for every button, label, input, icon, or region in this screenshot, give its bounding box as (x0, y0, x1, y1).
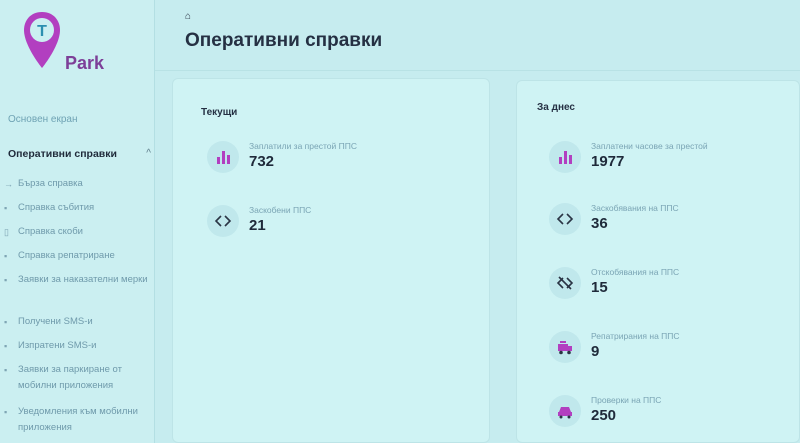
sidebar-item-label: Справка скоби (18, 226, 83, 237)
sidebar-item-label: Справка репатриране (18, 250, 115, 261)
stat-label: Заплатили за престой ППС (249, 141, 357, 151)
list-icon: ▪ (4, 203, 8, 213)
bar-chart-icon (549, 141, 581, 173)
stat-value: 1977 (591, 153, 625, 170)
arrow-icon: → (4, 179, 13, 189)
code-icon (549, 203, 581, 235)
stat-value: 732 (249, 153, 275, 170)
logo-text: Park (65, 53, 105, 73)
sidebar-item-label: Бърза справка (18, 178, 83, 189)
code-icon (207, 205, 239, 237)
truck-icon: ▪ (4, 251, 8, 261)
stat-label: Заплатени часове за престой (591, 141, 708, 151)
inbox-icon: ▪ (4, 317, 8, 327)
page-title: Оперативни справки (185, 30, 383, 51)
stat-label: Заскобени ППС (249, 205, 312, 215)
current-card: Текущи Заплатили за престой ППС 732 Заск… (172, 78, 490, 443)
sidebar-item-label: Заявки за наказателни мерки (18, 274, 148, 285)
lock-icon: ▯ (4, 227, 9, 237)
phone-icon: ▪ (4, 365, 8, 375)
stat-inspections: Проверки на ППС 250 (549, 395, 799, 435)
card-title: За днес (537, 102, 575, 113)
sidebar-section-label: Оперативни справки (8, 148, 117, 160)
send-icon: ▪ (4, 341, 8, 351)
chevron-up-icon: ^ (146, 148, 151, 159)
card-title: Текущи (201, 107, 238, 118)
stat-clampings: Заскобявания на ППС 36 (549, 203, 799, 243)
stat-label: Заскобявания на ППС (591, 203, 679, 213)
stat-label: Проверки на ППС (591, 395, 662, 405)
sidebar-item-label: Заявки за паркиране от мобилни приложени… (18, 364, 122, 391)
stat-value: 250 (591, 407, 617, 424)
sidebar-item-label: Справка събития (18, 202, 95, 213)
stat-value: 9 (591, 343, 600, 360)
sidebar: T Park Основен екран Оперативни справки … (0, 0, 155, 443)
stat-value: 21 (249, 217, 266, 234)
car-icon (549, 395, 581, 427)
sidebar-section-operational-reports[interactable]: Оперативни справки ^ (8, 148, 153, 160)
code-off-icon (549, 267, 581, 299)
today-card: За днес Заплатени часове за престой 1977… (516, 80, 800, 443)
flag-icon: ▪ (4, 275, 8, 285)
sidebar-item-label: Получени SMS-и (18, 316, 93, 327)
stat-repatriations: Репатрирания на ППС 9 (549, 331, 799, 371)
sidebar-item-label: Изпратени SMS-и (18, 340, 97, 351)
sidebar-item-label: Уведомления към мобилни приложения (18, 406, 138, 433)
stat-label: Репатрирания на ППС (591, 331, 680, 341)
sidebar-item-main-screen[interactable]: Основен екран (8, 114, 78, 125)
stat-value: 36 (591, 215, 608, 232)
stat-value: 15 (591, 279, 608, 296)
stat-paid-parking: Заплатили за престой ППС 732 (207, 141, 457, 181)
stat-unclampings: Отскобявания на ППС 15 (549, 267, 799, 307)
bell-icon: ▪ (4, 407, 8, 417)
bar-chart-icon (207, 141, 239, 173)
home-icon[interactable]: ⌂ (185, 11, 191, 22)
tow-truck-icon (549, 331, 581, 363)
stat-label: Отскобявания на ППС (591, 267, 680, 277)
stat-paid-hours: Заплатени часове за престой 1977 (549, 141, 799, 181)
header-divider (155, 70, 800, 71)
logo-letter: T (37, 23, 47, 40)
stat-clamped-vehicles: Заскобени ППС 21 (207, 205, 457, 245)
